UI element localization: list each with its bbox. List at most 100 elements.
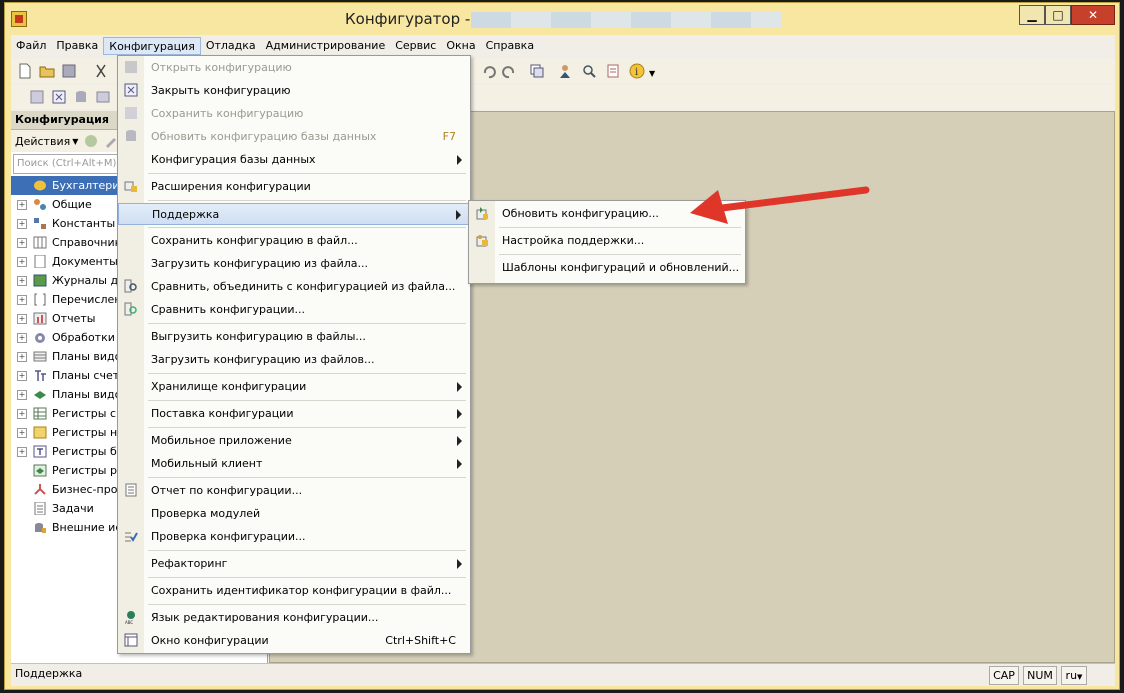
- close-button[interactable]: ✕: [1071, 5, 1115, 25]
- menu-item-check-modules[interactable]: Проверка модулей: [118, 503, 470, 525]
- minimize-button[interactable]: ▁: [1019, 5, 1045, 25]
- common-icon: [34, 199, 46, 210]
- tree-item-label: Задачи: [52, 502, 94, 515]
- tree-item-label: Обработки: [52, 331, 115, 344]
- title-bar[interactable]: Конфигуратор - ▁ □ ✕: [5, 3, 1119, 35]
- menu-item-db-config[interactable]: Конфигурация базы данных: [118, 149, 470, 171]
- menu-item-mobile-client[interactable]: Мобильный клиент: [118, 453, 470, 475]
- app-logo-icon[interactable]: [11, 11, 27, 27]
- tree-item-label: Регистры бу: [52, 445, 124, 458]
- notes-icon[interactable]: [605, 63, 621, 79]
- menu-item-config-templates[interactable]: Шаблоны конфигураций и обновлений...: [469, 257, 745, 279]
- actions-dropdown[interactable]: Действия: [15, 135, 70, 148]
- expand-icon[interactable]: +: [17, 351, 27, 362]
- tree-item-label: Общие: [52, 198, 92, 211]
- expand-icon[interactable]: +: [17, 408, 27, 419]
- expand-icon[interactable]: +: [17, 237, 27, 248]
- expand-icon[interactable]: +: [17, 446, 27, 457]
- business-processes-icon: [34, 484, 46, 495]
- menu-item-save-config-id[interactable]: Сохранить идентификатор конфигурации в ф…: [118, 580, 470, 602]
- expand-icon[interactable]: +: [17, 275, 27, 286]
- cut-icon[interactable]: [93, 63, 109, 79]
- grid-icon[interactable]: [95, 89, 111, 105]
- add-icon[interactable]: [84, 134, 98, 148]
- chevron-down-icon: ▼: [1077, 673, 1083, 681]
- submenu-arrow-icon: [457, 436, 462, 446]
- config-window-icon: [124, 633, 138, 647]
- chevron-down-icon[interactable]: ▼: [649, 69, 655, 78]
- menu-item-compare-merge[interactable]: Сравнить, объединить с конфигурацией из …: [118, 276, 470, 298]
- database-update-icon: [126, 130, 136, 141]
- menu-windows[interactable]: Окна: [441, 37, 480, 55]
- menu-service[interactable]: Сервис: [390, 37, 441, 55]
- chevron-down-icon[interactable]: ▼: [72, 137, 78, 146]
- documents-icon: [34, 255, 46, 268]
- check-config-icon: [125, 532, 138, 542]
- menu-item-config-window[interactable]: Окно конфигурации Ctrl+Shift+C: [118, 630, 470, 652]
- menu-item-config-report[interactable]: Отчет по конфигурации...: [118, 480, 470, 502]
- menu-item-dump-to-files[interactable]: Выгрузить конфигурацию в файлы...: [118, 326, 470, 348]
- menu-item-compare[interactable]: Сравнить конфигурации...: [118, 299, 470, 321]
- search-icon[interactable]: [581, 63, 597, 79]
- menu-item-support-settings[interactable]: Настройка поддержки...: [469, 230, 745, 252]
- menu-item-save-config[interactable]: Сохранить конфигурацию: [118, 103, 470, 125]
- report-icon: [125, 483, 137, 497]
- window-title: Конфигуратор -: [345, 10, 471, 28]
- info-icon[interactable]: i: [629, 63, 645, 79]
- menu-item-mobile-app[interactable]: Мобильное приложение: [118, 430, 470, 452]
- menu-debug[interactable]: Отладка: [201, 37, 261, 55]
- tree-item-label: Внешние ис: [52, 521, 122, 534]
- menu-item-edit-language[interactable]: ABC Язык редактирования конфигурации...: [118, 607, 470, 629]
- expand-icon[interactable]: +: [17, 427, 27, 438]
- menu-configuration[interactable]: Конфигурация: [103, 37, 201, 55]
- expand-icon[interactable]: +: [17, 370, 27, 381]
- menu-item-load-from-files[interactable]: Загрузить конфигурацию из файлов...: [118, 349, 470, 371]
- expand-icon[interactable]: +: [17, 389, 27, 400]
- processing-icon: [35, 333, 45, 343]
- tree-item-label: Документы: [52, 255, 118, 268]
- menu-edit[interactable]: Правка: [51, 37, 103, 55]
- menu-item-check-config[interactable]: Проверка конфигурации...: [118, 526, 470, 548]
- expand-icon[interactable]: +: [17, 313, 27, 324]
- menu-item-support[interactable]: Поддержка: [118, 203, 470, 225]
- menu-administration[interactable]: Администрирование: [261, 37, 391, 55]
- new-document-icon[interactable]: [17, 63, 33, 79]
- open-folder-icon[interactable]: [39, 63, 55, 79]
- tree-item-label: Регистры св: [52, 407, 123, 420]
- menu-item-repository[interactable]: Хранилище конфигурации: [118, 376, 470, 398]
- num-lock-indicator: NUM: [1023, 666, 1057, 685]
- tree-item-label: Планы счет: [52, 369, 120, 382]
- expand-icon[interactable]: +: [17, 218, 27, 229]
- menu-item-save-to-file[interactable]: Сохранить конфигурацию в файл...: [118, 230, 470, 252]
- menu-item-load-from-file[interactable]: Загрузить конфигурацию из файла...: [118, 253, 470, 275]
- maximize-button[interactable]: □: [1045, 5, 1071, 25]
- menu-item-update-db-config[interactable]: Обновить конфигурацию базы данных F7: [118, 126, 470, 148]
- menu-file[interactable]: Файл: [11, 37, 51, 55]
- redacted-title-area: [471, 12, 781, 28]
- windows-icon[interactable]: [529, 63, 545, 79]
- menu-item-open-config[interactable]: Открыть конфигурацию: [118, 57, 470, 79]
- undo-icon[interactable]: [481, 63, 497, 79]
- expand-icon[interactable]: +: [17, 332, 27, 343]
- database-icon[interactable]: [73, 89, 89, 105]
- tree-item-label: Константы: [52, 217, 116, 230]
- redo-icon[interactable]: [501, 63, 517, 79]
- window-icon[interactable]: [29, 89, 45, 105]
- expand-icon[interactable]: +: [17, 294, 27, 305]
- assistant-icon[interactable]: [557, 63, 573, 79]
- language-selector[interactable]: ru▼: [1061, 666, 1087, 685]
- menu-item-delivery[interactable]: Поставка конфигурации: [118, 403, 470, 425]
- tree-item-label: Перечислен: [52, 293, 122, 306]
- expand-icon[interactable]: +: [17, 199, 27, 210]
- menu-item-close-config[interactable]: Закрыть конфигурацию: [118, 80, 470, 102]
- tree-item-label: Регистры на: [52, 426, 124, 439]
- close-config-icon[interactable]: [51, 89, 67, 105]
- save-icon[interactable]: [61, 63, 77, 79]
- configuration-menu: Открыть конфигурацию Закрыть конфигураци…: [117, 55, 471, 654]
- expand-icon[interactable]: +: [17, 256, 27, 267]
- submenu-arrow-icon: [457, 155, 462, 165]
- menu-help[interactable]: Справка: [481, 37, 539, 55]
- information-registers-icon: [33, 407, 47, 420]
- menu-item-refactoring[interactable]: Рефакторинг: [118, 553, 470, 575]
- menu-item-extensions[interactable]: Расширения конфигурации: [118, 176, 470, 198]
